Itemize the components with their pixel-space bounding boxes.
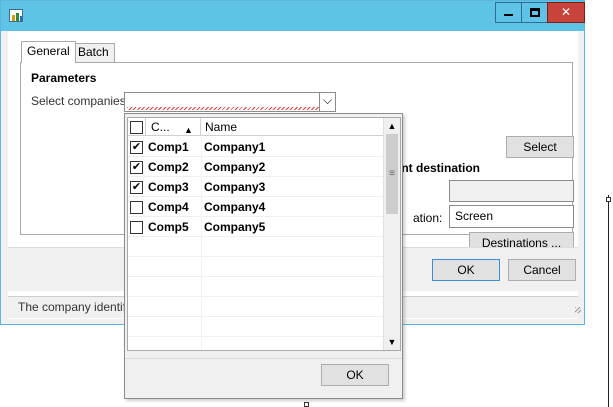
- table-row[interactable]: ✔ Comp2 Company2: [128, 157, 384, 177]
- close-button[interactable]: ✕: [547, 2, 585, 23]
- table-row[interactable]: Comp4 Company4: [128, 197, 384, 217]
- vertical-scrollbar[interactable]: ▲ ≡ ▼: [383, 118, 400, 350]
- empty-row: [128, 257, 384, 277]
- select-companies-combo[interactable]: ⌵: [124, 92, 336, 112]
- scroll-up-icon[interactable]: ▲: [384, 118, 400, 134]
- company-code-cell: Comp3: [148, 180, 189, 194]
- company-name-cell: Company3: [204, 180, 266, 194]
- resize-handle[interactable]: [606, 197, 611, 202]
- checkmark-icon: ✔: [131, 141, 142, 153]
- maximize-icon: [529, 8, 540, 17]
- empty-row: [128, 237, 384, 257]
- row-checkbox[interactable]: [130, 221, 143, 234]
- company-code-cell: Comp1: [148, 140, 189, 154]
- resize-grip-icon[interactable]: [575, 307, 581, 313]
- scroll-thumb[interactable]: ≡: [386, 134, 398, 214]
- minimize-button[interactable]: [495, 2, 521, 23]
- select-all-checkbox[interactable]: [130, 121, 143, 134]
- close-icon: ✕: [560, 5, 572, 19]
- scroll-down-icon[interactable]: ▼: [384, 334, 400, 350]
- minimize-icon: [504, 14, 513, 16]
- select-button[interactable]: Select: [506, 136, 574, 158]
- empty-row: [128, 297, 384, 317]
- destination-field: Screen: [449, 205, 574, 228]
- selection-border: [608, 195, 609, 407]
- company-name-cell: Company2: [204, 160, 266, 174]
- cancel-button[interactable]: Cancel: [508, 259, 576, 281]
- resize-handle-bottom[interactable]: [304, 402, 309, 407]
- table-row[interactable]: Comp5 Company5: [128, 217, 384, 237]
- empty-row: [128, 317, 384, 337]
- grid-rows: ✔ Comp1 Company1 ✔ Comp2 Company2 ✔ Comp3 Compan…: [128, 137, 384, 350]
- parameters-heading: Parameters: [31, 71, 97, 85]
- popup-divider: [125, 358, 402, 359]
- app-icon: [9, 9, 23, 22]
- company-lookup-popup: C... ▲ Name ✔ Comp1 Company1 ✔ Comp2 Company2…: [124, 113, 403, 399]
- column-header-name[interactable]: Name: [201, 118, 384, 136]
- row-checkbox[interactable]: [130, 201, 143, 214]
- company-code-cell: Comp2: [148, 160, 189, 174]
- print-field: [449, 180, 574, 202]
- table-row[interactable]: ✔ Comp1 Company1: [128, 137, 384, 157]
- company-code-cell: Comp5: [148, 220, 189, 234]
- empty-row: [128, 277, 384, 297]
- company-code-cell: Comp4: [148, 200, 189, 214]
- checkmark-icon: ✔: [131, 161, 142, 173]
- ok-button[interactable]: OK: [432, 259, 500, 281]
- title-bar[interactable]: ✕: [1, 1, 585, 31]
- company-name-cell: Company4: [204, 200, 266, 214]
- column-header-code[interactable]: C... ▲: [146, 118, 201, 136]
- destination-label: ation:: [413, 211, 443, 225]
- tab-batch[interactable]: Batch: [72, 43, 115, 62]
- chevron-down-icon[interactable]: ⌵: [319, 93, 335, 111]
- grid-header: C... ▲ Name: [128, 118, 384, 136]
- print-destination-heading: int destination: [398, 161, 480, 175]
- checkmark-icon: ✔: [131, 181, 142, 193]
- select-companies-label: Select companies:: [31, 94, 130, 108]
- row-checkbox[interactable]: ✔: [130, 141, 143, 154]
- row-checkbox[interactable]: ✔: [130, 181, 143, 194]
- company-name-cell: Company1: [204, 140, 266, 154]
- row-checkbox[interactable]: ✔: [130, 161, 143, 174]
- tab-general[interactable]: General: [21, 41, 76, 63]
- table-row[interactable]: ✔ Comp3 Company3: [128, 177, 384, 197]
- empty-row: [128, 337, 384, 350]
- company-grid: C... ▲ Name ✔ Comp1 Company1 ✔ Comp2 Company2…: [127, 117, 401, 351]
- company-name-cell: Company5: [204, 220, 266, 234]
- header-select-all[interactable]: [128, 118, 146, 136]
- popup-ok-button[interactable]: OK: [321, 364, 389, 386]
- spellcheck-underline: [127, 107, 319, 110]
- maximize-button[interactable]: [521, 2, 547, 23]
